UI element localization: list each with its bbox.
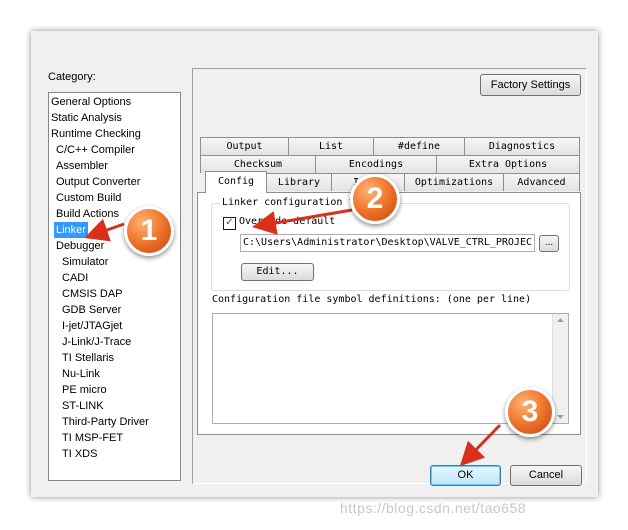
category-item[interactable]: GDB Server bbox=[62, 302, 121, 318]
category-item[interactable]: Third-Party Driver bbox=[62, 414, 149, 430]
category-item[interactable]: ST-LINK bbox=[62, 398, 104, 414]
annotation-badge-1: 1 bbox=[124, 206, 174, 256]
category-item[interactable]: General Options bbox=[51, 94, 131, 110]
symbols-label: Configuration file symbol definitions: (… bbox=[212, 294, 532, 305]
watermark: https://blog.csdn.net/tao658 bbox=[340, 500, 527, 516]
category-item[interactable]: Output Converter bbox=[56, 174, 140, 190]
annotation-badge-3: 3 bbox=[505, 387, 555, 437]
tab-define[interactable]: #define bbox=[373, 137, 465, 155]
category-item[interactable]: Assembler bbox=[56, 158, 108, 174]
override-default-label: Override default bbox=[239, 216, 336, 227]
override-default-checkbox[interactable]: ✓ bbox=[223, 217, 236, 230]
category-item[interactable]: Simulator bbox=[62, 254, 108, 270]
category-item[interactable]: Debugger bbox=[56, 238, 104, 254]
category-item[interactable]: TI Stellaris bbox=[62, 350, 114, 366]
category-item[interactable]: I-jet/JTAGjet bbox=[62, 318, 122, 334]
tab-config[interactable]: Config bbox=[205, 171, 267, 193]
category-item[interactable]: TI XDS bbox=[62, 446, 97, 462]
tab-encodings[interactable]: Encodings bbox=[315, 155, 437, 173]
category-item[interactable]: Nu-Link bbox=[62, 366, 100, 382]
ok-button[interactable]: OK bbox=[430, 465, 501, 486]
tab-output[interactable]: Output bbox=[200, 137, 289, 155]
category-list[interactable]: General Options Static Analysis Runtime Ch… bbox=[48, 92, 181, 481]
category-item[interactable]: Runtime Checking bbox=[51, 126, 141, 142]
category-item[interactable]: PE micro bbox=[62, 382, 107, 398]
category-item[interactable]: CADI bbox=[62, 270, 88, 286]
scroll-arrows-icon bbox=[557, 318, 564, 419]
cancel-button[interactable]: Cancel bbox=[510, 465, 582, 486]
category-item[interactable]: J-Link/J-Trace bbox=[62, 334, 131, 350]
category-item[interactable]: Static Analysis bbox=[51, 110, 122, 126]
factory-settings-button[interactable]: Factory Settings bbox=[480, 74, 581, 96]
tab-library[interactable]: Library bbox=[266, 173, 332, 191]
edit-button[interactable]: Edit... bbox=[241, 263, 314, 281]
category-item[interactable]: C/C++ Compiler bbox=[56, 142, 135, 158]
category-item[interactable]: Custom Build bbox=[56, 190, 121, 206]
browse-button[interactable]: ... bbox=[539, 235, 559, 252]
category-item[interactable]: Build Actions bbox=[56, 206, 119, 222]
config-file-path-input[interactable]: C:\Users\Administrator\Desktop\VALVE_CTR… bbox=[240, 234, 535, 252]
tab-extra-options[interactable]: Extra Options bbox=[436, 155, 580, 173]
tab-optimizations[interactable]: Optimizations bbox=[404, 173, 504, 191]
category-label: Category: bbox=[48, 71, 96, 83]
tab-advanced[interactable]: Advanced bbox=[503, 173, 580, 191]
tab-list[interactable]: List bbox=[288, 137, 374, 155]
category-item[interactable]: TI MSP-FET bbox=[62, 430, 123, 446]
annotation-badge-2: 2 bbox=[350, 174, 400, 224]
category-item[interactable]: CMSIS DAP bbox=[62, 286, 123, 302]
tab-diagnostics[interactable]: Diagnostics bbox=[464, 137, 580, 155]
category-item[interactable]: Linker bbox=[54, 222, 88, 238]
